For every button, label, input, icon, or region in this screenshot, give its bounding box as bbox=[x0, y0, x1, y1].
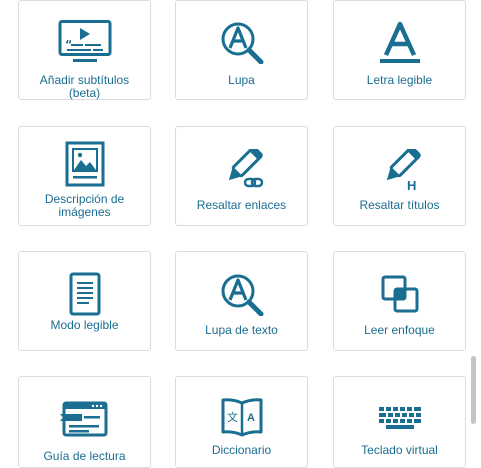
tool-label: Modo legible bbox=[50, 318, 119, 332]
svg-text:H: H bbox=[407, 178, 416, 191]
tool-label: Diccionario bbox=[211, 443, 272, 457]
tool-label: Lupa de texto bbox=[205, 323, 278, 337]
accessibility-tools-panel: { "colors": { "accent": "#1a6e91", "bord… bbox=[0, 0, 481, 468]
tool-label: Leer enfoque bbox=[364, 323, 435, 337]
tool-highlight-headings[interactable]: H Resaltar títulos bbox=[333, 126, 466, 226]
scrollbar-thumb[interactable] bbox=[471, 356, 476, 424]
dictionary-book-icon: 文 A bbox=[176, 397, 307, 437]
keyboard-icon bbox=[334, 405, 465, 433]
tool-reading-focus[interactable]: Leer enfoque bbox=[333, 251, 466, 351]
tool-dictionary[interactable]: 文 A Diccionario bbox=[175, 376, 308, 468]
tool-label: Añadir subtítulos (beta) bbox=[39, 73, 130, 100]
magnifier-a-icon bbox=[176, 20, 307, 64]
tool-highlight-links[interactable]: Resaltar enlaces bbox=[175, 126, 308, 226]
tool-readable-mode[interactable]: Modo legible bbox=[18, 251, 151, 351]
tool-label: Descripción de imágenes bbox=[44, 192, 125, 219]
tool-image-description[interactable]: Descripción de imágenes bbox=[18, 126, 151, 226]
reading-guide-icon bbox=[19, 401, 150, 437]
tool-text-magnifier[interactable]: Lupa de texto bbox=[175, 251, 308, 351]
tool-reading-guide[interactable]: Guía de lectura bbox=[18, 376, 151, 468]
tool-label: Lupa bbox=[228, 73, 255, 87]
focus-squares-icon bbox=[334, 274, 465, 314]
pen-link-icon bbox=[176, 149, 307, 191]
text-magnifier-icon bbox=[176, 272, 307, 316]
tool-label: Teclado virtual bbox=[361, 443, 438, 457]
svg-text:文: 文 bbox=[227, 410, 238, 424]
tool-label: Guía de lectura bbox=[43, 449, 126, 463]
pen-heading-icon: H bbox=[334, 149, 465, 191]
tool-magnifier[interactable]: Lupa bbox=[175, 0, 308, 100]
readable-font-a-icon bbox=[334, 21, 465, 65]
tool-readable-font[interactable]: Letra legible bbox=[333, 0, 466, 100]
tool-label: Letra legible bbox=[366, 73, 433, 87]
image-description-icon bbox=[19, 141, 150, 187]
document-icon bbox=[19, 272, 150, 316]
tool-virtual-keyboard[interactable]: Teclado virtual bbox=[333, 376, 466, 468]
tool-add-subtitles[interactable]: “ Añadir subtítulos (beta) bbox=[18, 0, 151, 100]
tool-label: Resaltar títulos bbox=[359, 198, 440, 212]
video-subtitles-icon: “ bbox=[19, 20, 150, 64]
svg-text:A: A bbox=[247, 412, 255, 424]
tool-label: Resaltar enlaces bbox=[196, 198, 287, 212]
